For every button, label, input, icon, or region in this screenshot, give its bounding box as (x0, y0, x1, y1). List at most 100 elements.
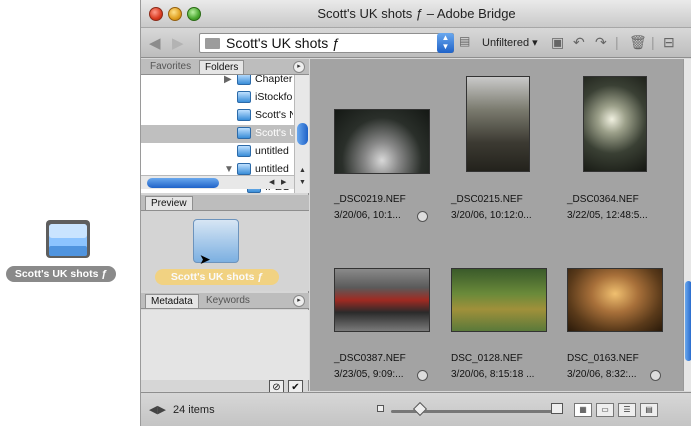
tab-favorites[interactable]: Favorites (145, 60, 196, 74)
thumbnail-image (567, 268, 663, 332)
tree-item[interactable]: iStockfo (141, 89, 294, 107)
cursor-icon: ➤ (199, 251, 211, 267)
window-title: Scott's UK shots ƒ – Adobe Bridge (317, 6, 516, 21)
thumbnail-filename: DSC_0163.NEF (567, 353, 639, 364)
trash-icon[interactable]: 🗑 (629, 34, 647, 51)
rating-icon[interactable] (650, 370, 661, 381)
thumbnail-filename: _DSC0364.NEF (567, 194, 639, 205)
folder-icon (237, 145, 251, 157)
thumbnail-date: 3/20/06, 8:15:18 ... (451, 369, 535, 380)
thumbnail-date: 3/20/06, 10:1... (334, 210, 401, 221)
thumbnail-filename: _DSC0215.NEF (451, 194, 523, 205)
bridge-window: Scott's UK shots ƒ – Adobe Bridge ◀ ▶ Sc… (140, 0, 691, 426)
thumbnail-item[interactable]: _DSC0219.NEF 3/20/06, 10:1... (334, 64, 446, 234)
thumbnail-image (334, 268, 430, 332)
tree-vertical-scrollbar[interactable]: ▲ ▼ (294, 75, 309, 193)
tab-preview[interactable]: Preview (145, 196, 193, 210)
metadata-panel (141, 310, 309, 380)
thumbnail-image (583, 76, 647, 172)
folder-icon (205, 38, 220, 49)
metadata-tab-row: Metadata Keywords ▸ (141, 293, 309, 309)
folder-icon (237, 127, 251, 139)
tree-item-selected[interactable]: Scott's U (141, 125, 294, 143)
scroll-right-arrow-icon[interactable]: ▶ (281, 178, 286, 186)
disclosure-triangle-icon[interactable]: ▶ (224, 75, 232, 85)
thumbnail-item[interactable]: DSC_0163.NEF 3/20/06, 8:32:... (567, 229, 679, 391)
folder-icon (237, 91, 251, 103)
thumbnail-image (466, 76, 530, 172)
tree-item[interactable]: ▶ Chapter (141, 75, 294, 89)
thumbnail-view-button[interactable]: ▦ (574, 403, 592, 417)
thumbnail-filename: DSC_0128.NEF (451, 353, 523, 364)
rating-icon[interactable] (417, 211, 428, 222)
folder-icon (237, 163, 251, 175)
panel-menu-icon[interactable]: ▸ (293, 295, 305, 307)
forward-arrow-icon[interactable]: ▶ (172, 34, 184, 52)
folder-icon (237, 75, 251, 85)
large-thumbnail-icon[interactable] (551, 403, 563, 414)
path-selector[interactable]: Scott's UK shots ƒ ▲ ▼ (199, 33, 454, 53)
filmstrip-view-button[interactable]: ▭ (596, 403, 614, 417)
status-bar: ◀▶ 24 items ▦ ▭ ☰ ▤ (141, 392, 691, 426)
tree-item[interactable]: Scott's N (141, 107, 294, 125)
tab-folders[interactable]: Folders (199, 60, 245, 74)
tab-metadata[interactable]: Metadata (145, 294, 199, 308)
left-panel: Favorites Folders ▸ ▶ Chapter iStockfo S… (141, 59, 309, 395)
content-vertical-scrollbar[interactable] (683, 59, 691, 391)
disclosure-triangle-icon[interactable]: ▼ (224, 164, 234, 175)
scroll-up-arrow-icon[interactable]: ▲ (299, 167, 306, 174)
versions-view-button[interactable]: ▤ (640, 403, 658, 417)
toggle-panels-icon[interactable]: ◀▶ (149, 403, 166, 416)
filter-label: Unfiltered (482, 37, 530, 49)
tree-item-label: Chapter (255, 75, 293, 85)
thumbnail-image (334, 109, 430, 174)
thumbnail-image (451, 268, 547, 332)
slider-thumb[interactable] (412, 401, 428, 417)
scroll-thumb[interactable] (685, 281, 691, 361)
tab-keywords[interactable]: Keywords (201, 294, 255, 308)
thumbnail-filename: _DSC0387.NEF (334, 353, 406, 364)
tree-item-label: untitled (255, 163, 289, 175)
folders-tab-row: Favorites Folders ▸ (141, 59, 309, 75)
thumbnail-date: 3/23/05, 9:09:... (334, 369, 404, 380)
folder-icon (237, 109, 251, 121)
preview-label: Scott's UK shots ƒ (155, 269, 279, 285)
filter-dropdown[interactable]: Unfiltered ▾ (482, 36, 538, 49)
path-dropdown-stepper[interactable]: ▲ ▼ (437, 33, 454, 53)
tree-item-label: Scott's N (255, 109, 293, 121)
scroll-thumb[interactable] (297, 123, 308, 145)
thumbnail-date: 3/20/06, 10:12:0... (451, 210, 532, 221)
rotate-left-icon[interactable]: ↶ (573, 34, 585, 51)
preview-tab-row: Preview (141, 195, 309, 211)
title-bar[interactable]: Scott's UK shots ƒ – Adobe Bridge (141, 0, 691, 28)
compact-mode-icon[interactable]: ⊟ (663, 34, 675, 51)
divider: | (615, 34, 619, 50)
back-arrow-icon[interactable]: ◀ (149, 34, 161, 52)
tree-item-label: Scott's U (255, 127, 293, 139)
scroll-left-arrow-icon[interactable]: ◀ (269, 178, 274, 186)
content-panel: _DSC0219.NEF 3/20/06, 10:1... _DSC0215.N… (310, 59, 691, 391)
path-label: Scott's UK shots ƒ (226, 35, 340, 51)
tree-horizontal-scrollbar[interactable]: ◀ ▶ (141, 175, 294, 189)
scroll-thumb[interactable] (147, 178, 219, 188)
filter-icon: ▤ (459, 34, 471, 48)
item-count: 24 items (173, 404, 215, 416)
desktop-folder[interactable]: Scott's UK shots ƒ (4, 216, 116, 286)
scroll-down-arrow-icon[interactable]: ▼ (299, 179, 306, 186)
thumbnail-item[interactable]: DSC_0128.NEF 3/20/06, 8:15:18 ... (451, 229, 563, 391)
panel-menu-icon[interactable]: ▸ (293, 61, 305, 73)
divider: | (651, 34, 655, 50)
toolbar: ◀ ▶ Scott's UK shots ƒ ▲ ▼ ▤ Unfiltered ▾… (141, 28, 691, 58)
rating-icon[interactable] (417, 370, 428, 381)
tree-item-label: untitled (255, 145, 289, 157)
thumbnail-item[interactable]: _DSC0387.NEF 3/23/05, 9:09:... (334, 229, 446, 391)
thumbnail-item[interactable]: _DSC0215.NEF 3/20/06, 10:12:0... (451, 64, 563, 234)
preview-panel: ➤ Scott's UK shots ƒ (141, 211, 309, 291)
tree-item[interactable]: untitled (141, 143, 294, 161)
details-view-button[interactable]: ☰ (618, 403, 636, 417)
desktop-folder-label: Scott's UK shots ƒ (6, 266, 116, 282)
rotate-right-icon[interactable]: ↷ (595, 34, 607, 51)
thumbnail-item[interactable]: _DSC0364.NEF 3/22/05, 12:48:5... (567, 64, 679, 234)
new-folder-icon[interactable]: ▣ (551, 34, 564, 51)
small-thumbnail-icon[interactable] (377, 405, 384, 412)
